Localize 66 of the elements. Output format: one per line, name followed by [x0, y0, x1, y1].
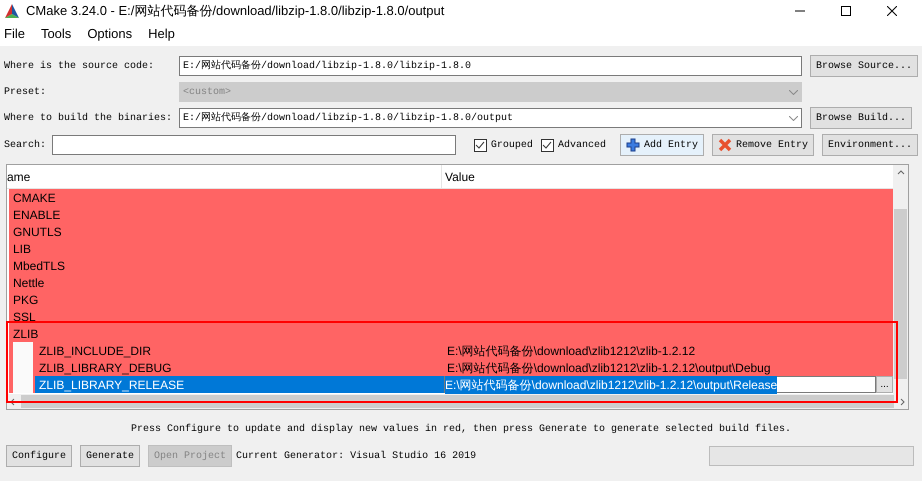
entry-name[interactable]: ZLIB_INCLUDE_DIR	[35, 342, 156, 359]
button[interactable]: Remove Entry	[712, 134, 814, 156]
entry-name[interactable]: Nettle	[9, 274, 48, 291]
close-icon[interactable]	[887, 6, 897, 16]
table-row[interactable]: ENABLE	[9, 206, 893, 223]
status-message: Press Configure to update and display new values in red, then press Generate to generate selected build files.	[130, 422, 792, 437]
menu-item[interactable]: Help	[148, 24, 175, 44]
table-row[interactable]: ZLIB_LIBRARY_RELEASE E:\网站代码备份\download\zlib1212\zlib-1.2.12\output\Release ...	[9, 376, 893, 393]
indent-cell	[13, 376, 33, 393]
button[interactable]: Browse Build...	[810, 107, 912, 129]
menu-item[interactable]: Tools	[40, 24, 72, 44]
button[interactable]: Add Entry	[620, 134, 704, 156]
field-label: Search:	[4, 138, 48, 152]
chevron-down-icon	[789, 90, 798, 94]
triangle-logo-icon	[4, 3, 20, 19]
table-row[interactable]: GNUTLS	[9, 223, 893, 240]
check-icon	[475, 141, 486, 149]
table-row[interactable]: Nettle	[9, 274, 893, 291]
table-row[interactable]: PKG	[9, 291, 893, 308]
checkbox[interactable]: Advanced	[540, 138, 606, 152]
indent-cell	[13, 342, 33, 359]
entry-value: E:\网站代码备份\download\zlib1212\zlib-1.2.12\output\Debug	[446, 360, 772, 376]
menu-item[interactable]: File	[4, 24, 25, 44]
maximize-icon[interactable]	[841, 6, 851, 16]
field-label: Where to build the binaries:	[4, 112, 174, 126]
entry-name[interactable]: GNUTLS	[9, 223, 66, 240]
table-row[interactable]: ZLIB_INCLUDE_DIR E:\网站代码备份\download\zlib1212\zlib-1.2.12	[9, 342, 893, 359]
button[interactable]: Generate	[80, 445, 140, 467]
entry-name[interactable]: LIB	[9, 240, 36, 257]
check-icon	[542, 141, 552, 149]
entry-name[interactable]: MbedTLS	[9, 257, 70, 274]
column-header[interactable]: Value	[442, 165, 893, 188]
value-field[interactable]: E:\网站代码备份\download\zlib1212\zlib-1.2.12\output\Release	[444, 376, 876, 393]
x-mark-icon	[718, 138, 732, 152]
chevron-down-icon	[789, 116, 798, 120]
entry-value: E:\网站代码备份\download\zlib1212\zlib-1.2.12	[446, 342, 696, 359]
entry-name[interactable]: ZLIB_LIBRARY_DEBUG	[35, 359, 176, 376]
entry-name[interactable]: ZLIB	[9, 325, 42, 342]
generator-label: Current Generator: Visual Studio 16 2019	[236, 450, 476, 464]
button[interactable]: Browse Source...	[810, 55, 918, 77]
button[interactable]: Configure	[6, 445, 72, 467]
table-row[interactable]: MbedTLS	[9, 257, 893, 274]
scroll-right-icon[interactable]	[898, 398, 906, 406]
table-row[interactable]: ZLIB_LIBRARY_DEBUG E:\网站代码备份\download\zlib1212\zlib-1.2.12\output\Debug	[9, 359, 893, 376]
scroll-left-icon[interactable]	[9, 398, 17, 406]
column-header[interactable]: ame	[7, 165, 442, 188]
table-row[interactable]: CMAKE	[9, 189, 893, 206]
entry-name[interactable]: SSL	[9, 308, 40, 325]
vertical-scrollbar[interactable]	[893, 165, 908, 394]
entry-name[interactable]: ENABLE	[9, 206, 64, 223]
checkbox[interactable]: Grouped	[474, 138, 533, 152]
field-label: Preset:	[4, 86, 48, 100]
plus-icon	[626, 138, 640, 152]
search-field[interactable]	[52, 135, 456, 155]
entry-name[interactable]: CMAKE	[9, 189, 60, 206]
field-label: Where is the source code:	[4, 60, 156, 74]
path-dropdown[interactable]: E:/网站代码备份/download/libzip-1.8.0/libzip-1.8.0/output	[179, 108, 802, 128]
menu-item[interactable]: Options	[87, 24, 132, 44]
window-title: CMake 3.24.0 - E:/网站代码备份/download/libzip-1.8.0/libzip-1.8.0/output	[26, 2, 444, 20]
browse-button[interactable]: ...	[876, 376, 893, 393]
entry-name[interactable]: PKG	[9, 291, 42, 308]
path-field[interactable]: E:/网站代码备份/download/libzip-1.8.0/libzip-1.8.0	[179, 56, 802, 76]
entry-name[interactable]: ZLIB_LIBRARY_RELEASE	[35, 376, 444, 393]
table-row[interactable]: LIB	[9, 240, 893, 257]
table-row[interactable]: ZLIB	[9, 325, 893, 342]
button[interactable]: Environment...	[822, 134, 918, 156]
